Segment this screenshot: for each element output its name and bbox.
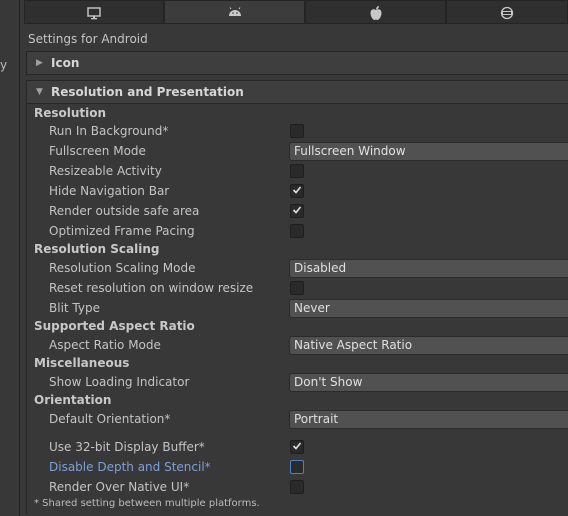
- use-32bit-label: Use 32-bit Display Buffer*: [49, 440, 205, 454]
- resizeable-activity-checkbox[interactable]: [290, 164, 304, 178]
- tab-standalone[interactable]: [24, 0, 164, 24]
- loading-indicator-label: Show Loading Indicator: [49, 375, 190, 389]
- monitor-icon: [86, 6, 102, 20]
- resolution-content: Resolution Run In Background* Fullscreen…: [26, 104, 568, 514]
- checkmark-icon: [292, 184, 302, 198]
- chevron-down-icon: ▼: [36, 87, 43, 97]
- loading-indicator-dropdown[interactable]: Don't Show: [289, 373, 568, 392]
- shared-setting-footnote: * Shared setting between multiple platfo…: [34, 498, 260, 509]
- icon-foldout[interactable]: ▶ Icon: [26, 51, 568, 75]
- optimized-frame-pacing-label: Optimized Frame Pacing: [49, 224, 195, 238]
- apple-icon: [369, 5, 383, 21]
- aspect-mode-dropdown[interactable]: Native Aspect Ratio: [289, 336, 568, 355]
- blit-type-dropdown[interactable]: Never: [289, 299, 568, 318]
- header-aspect-ratio: Supported Aspect Ratio: [34, 319, 195, 333]
- header-miscellaneous: Miscellaneous: [34, 356, 130, 370]
- left-pane: y: [0, 0, 20, 516]
- header-resolution: Resolution: [34, 106, 107, 120]
- player-settings-panel: Settings for Android ▶ Icon ▼ Resolution…: [20, 0, 568, 516]
- header-resolution-scaling: Resolution Scaling: [34, 242, 160, 256]
- resolution-foldout-label: Resolution and Presentation: [51, 85, 244, 99]
- fullscreen-mode-dropdown[interactable]: Fullscreen Window: [289, 142, 568, 161]
- blit-type-label: Blit Type: [49, 301, 100, 315]
- default-orientation-value: Portrait: [294, 412, 339, 426]
- hide-nav-bar-label: Hide Navigation Bar: [49, 184, 170, 198]
- tab-ios[interactable]: [305, 0, 446, 24]
- webgl-icon: [499, 6, 515, 20]
- tab-android[interactable]: [164, 0, 305, 24]
- tab-webgl[interactable]: [446, 0, 568, 24]
- optimized-frame-pacing-checkbox[interactable]: [290, 224, 304, 238]
- reset-resolution-checkbox[interactable]: [290, 281, 304, 295]
- aspect-mode-label: Aspect Ratio Mode: [49, 338, 161, 352]
- scaling-mode-value: Disabled: [294, 261, 347, 275]
- blit-type-value: Never: [294, 301, 330, 315]
- run-in-background-label: Run In Background*: [49, 124, 169, 138]
- checkmark-icon: [292, 204, 302, 218]
- checkmark-icon: [292, 440, 302, 454]
- render-outside-safe-checkbox[interactable]: [290, 204, 304, 218]
- loading-indicator-value: Don't Show: [294, 375, 363, 389]
- tab-divider: [24, 23, 568, 24]
- hide-nav-bar-checkbox[interactable]: [290, 184, 304, 198]
- platform-tabs: [24, 0, 568, 24]
- render-over-native-checkbox[interactable]: [290, 480, 304, 494]
- render-outside-safe-label: Render outside safe area: [49, 204, 200, 218]
- resizeable-activity-label: Resizeable Activity: [49, 164, 162, 178]
- left-pane-text: y: [0, 58, 8, 72]
- fullscreen-mode-value: Fullscreen Window: [294, 144, 406, 158]
- fullscreen-mode-label: Fullscreen Mode: [49, 144, 146, 158]
- default-orientation-label: Default Orientation*: [49, 412, 171, 426]
- scaling-mode-label: Resolution Scaling Mode: [49, 261, 196, 275]
- chevron-right-icon: ▶: [36, 58, 43, 68]
- reset-resolution-label: Reset resolution on window resize: [49, 281, 254, 295]
- default-orientation-dropdown[interactable]: Portrait: [289, 410, 568, 429]
- android-icon: [227, 6, 243, 18]
- header-orientation: Orientation: [34, 393, 112, 407]
- scaling-mode-dropdown[interactable]: Disabled: [289, 259, 568, 278]
- disable-depth-checkbox[interactable]: [290, 460, 304, 474]
- settings-title: Settings for Android: [28, 32, 148, 46]
- resolution-foldout[interactable]: ▼ Resolution and Presentation: [26, 80, 568, 104]
- use-32bit-checkbox[interactable]: [290, 440, 304, 454]
- icon-foldout-label: Icon: [51, 56, 80, 70]
- aspect-mode-value: Native Aspect Ratio: [294, 338, 413, 352]
- run-in-background-checkbox[interactable]: [290, 124, 304, 138]
- disable-depth-label: Disable Depth and Stencil*: [49, 460, 211, 474]
- render-over-native-label: Render Over Native UI*: [49, 480, 190, 494]
